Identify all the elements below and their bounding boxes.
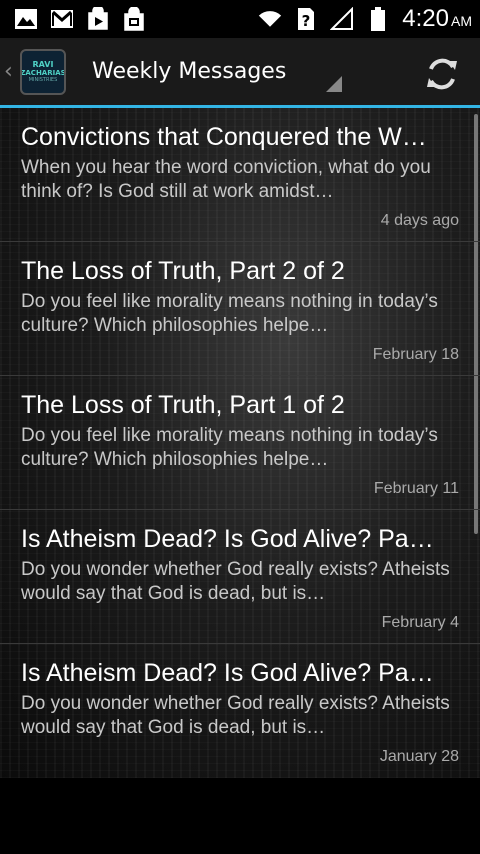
wifi-icon (258, 7, 282, 31)
refresh-icon (427, 58, 457, 90)
title-spinner[interactable]: Weekly Messages (92, 46, 342, 98)
gmail-icon (50, 7, 74, 31)
message-title: Is Atheism Dead? Is God Alive? Pa… (21, 525, 434, 553)
sim-unknown-icon: ? (294, 7, 318, 31)
signal-icon (330, 7, 354, 31)
message-title: Convictions that Conquered the W… (21, 123, 427, 151)
up-chevron-icon[interactable]: ‹ (4, 59, 18, 84)
message-date: February 18 (372, 346, 459, 363)
message-date: January 28 (379, 748, 459, 765)
list-item[interactable]: The Loss of Truth, Part 2 of 2 Do you fe… (0, 242, 480, 376)
list-item[interactable]: Is Atheism Dead? Is God Alive? Pa… Do yo… (0, 510, 480, 644)
message-date: 4 days ago (380, 212, 459, 229)
shopping-bag-icon (122, 7, 146, 31)
app-logo[interactable]: RAVI ZACHARIAS MINISTRIES (20, 48, 66, 95)
message-title: Is Atheism Dead? Is God Alive? Pa… (21, 659, 434, 687)
bottom-area (0, 778, 480, 854)
clock: 4:20 AM (402, 5, 472, 32)
message-date: February 11 (373, 480, 459, 497)
battery-icon (366, 7, 390, 31)
page-title: Weekly Messages (92, 59, 287, 84)
message-description: When you hear the word conviction, what … (21, 157, 431, 202)
message-description: Do you feel like morality means nothing … (21, 425, 438, 470)
refresh-button[interactable] (422, 54, 462, 94)
message-description: Do you feel like morality means nothing … (21, 291, 438, 336)
message-title: The Loss of Truth, Part 2 of 2 (21, 257, 345, 285)
message-description: Do you wonder whether God really exists?… (21, 559, 450, 604)
message-description: Do you wonder whether God really exists?… (21, 693, 450, 738)
action-bar: ‹ RAVI ZACHARIAS MINISTRIES Weekly Messa… (0, 38, 480, 108)
status-bar: ? 4:20 AM (0, 0, 480, 38)
list-item[interactable]: The Loss of Truth, Part 1 of 2 Do you fe… (0, 376, 480, 510)
play-store-icon (86, 7, 110, 31)
message-list[interactable]: Convictions that Conquered the W… When y… (0, 108, 480, 778)
message-title: The Loss of Truth, Part 1 of 2 (21, 391, 345, 419)
svg-text:?: ? (302, 12, 311, 30)
list-item[interactable]: Is Atheism Dead? Is God Alive? Pa… Do yo… (0, 644, 480, 778)
spinner-arrow-icon (326, 75, 342, 92)
image-icon (14, 7, 38, 31)
message-date: February 4 (381, 614, 459, 631)
list-item[interactable]: Convictions that Conquered the W… When y… (0, 108, 480, 242)
